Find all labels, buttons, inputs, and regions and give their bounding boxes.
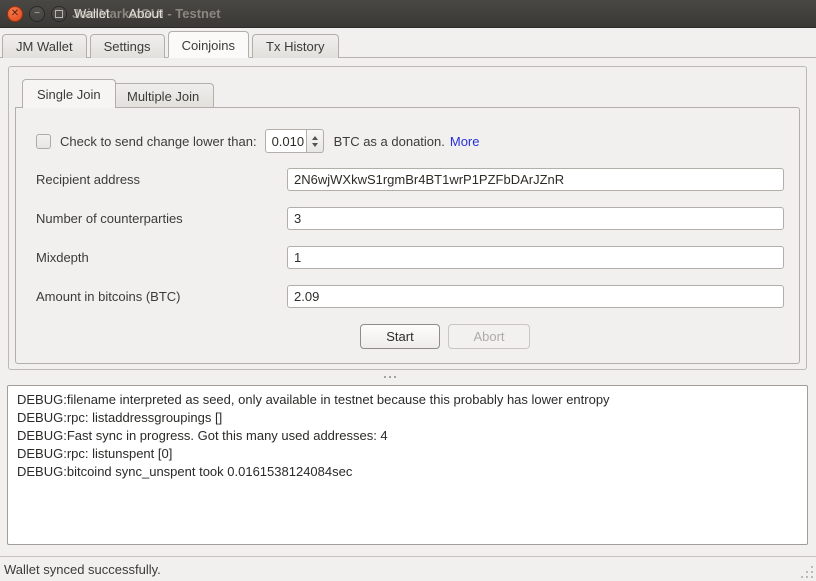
maximize-icon (55, 10, 63, 18)
tab-coinjoins[interactable]: Coinjoins (168, 31, 249, 58)
donation-amount-spinbox[interactable]: 0.010 (265, 129, 324, 153)
log-line: DEBUG:bitcoind sync_unspent took 0.01615… (17, 463, 798, 481)
resize-grip[interactable] (799, 564, 813, 578)
mixdepth-field[interactable] (287, 246, 784, 269)
donation-suffix-label: BTC as a donation. (334, 134, 445, 149)
donation-checkbox-label: Check to send change lower than: (60, 134, 257, 149)
spinbox-arrows[interactable] (307, 129, 324, 153)
menu-about[interactable]: About (129, 6, 163, 21)
tab-jm-wallet[interactable]: JM Wallet (2, 34, 87, 58)
maximize-button[interactable] (51, 6, 67, 22)
recipient-address-label: Recipient address (36, 168, 140, 191)
more-link[interactable]: More (450, 134, 480, 149)
app-window: ✕ − JoinMarketGUI - Testnet Wallet About… (0, 0, 816, 581)
amount-field[interactable] (287, 285, 784, 308)
counterparties-field[interactable] (287, 207, 784, 230)
tab-multiple-join-label: Multiple Join (127, 89, 199, 104)
log-line: DEBUG:rpc: listunspent [0] (17, 445, 798, 463)
menubar: Wallet About (74, 6, 179, 21)
close-button[interactable]: ✕ (7, 6, 23, 22)
minimize-button[interactable]: − (29, 6, 45, 22)
donation-checkbox[interactable] (36, 134, 51, 149)
title-stack: JoinMarketGUI - Testnet Wallet About (72, 0, 672, 28)
recipient-address-field[interactable] (287, 168, 784, 191)
debug-log[interactable]: DEBUG:filename interpreted as seed, only… (7, 385, 808, 545)
log-line: DEBUG:filename interpreted as seed, only… (17, 391, 798, 409)
mixdepth-label: Mixdepth (36, 246, 89, 269)
donation-row: Check to send change lower than: 0.010 B… (36, 129, 480, 153)
donation-amount-value[interactable]: 0.010 (265, 129, 307, 153)
tab-single-join[interactable]: Single Join (22, 79, 116, 108)
main-tabbar: JM Wallet Settings Coinjoins Tx History (0, 28, 816, 58)
tab-tx-history[interactable]: Tx History (252, 34, 339, 58)
tab-single-join-label: Single Join (37, 87, 101, 102)
log-line: DEBUG:rpc: listaddressgroupings [] (17, 409, 798, 427)
spin-up-icon[interactable] (312, 136, 318, 140)
log-line: DEBUG:Fast sync in progress. Got this ma… (17, 427, 798, 445)
tab-multiple-join[interactable]: Multiple Join (112, 83, 214, 108)
close-icon: ✕ (11, 6, 19, 22)
abort-button: Abort (448, 324, 530, 349)
titlebar: ✕ − JoinMarketGUI - Testnet Wallet About (0, 0, 816, 28)
amount-label: Amount in bitcoins (BTC) (36, 285, 181, 308)
tab-settings[interactable]: Settings (90, 34, 165, 58)
menu-wallet[interactable]: Wallet (74, 6, 110, 21)
start-button[interactable]: Start (360, 324, 440, 349)
spin-down-icon[interactable] (312, 143, 318, 147)
statusbar: Wallet synced successfully. (0, 556, 816, 581)
splitter-handle[interactable] (0, 371, 816, 384)
status-text: Wallet synced successfully. (4, 562, 161, 577)
splitter-grip-icon (384, 376, 386, 378)
minimize-icon: − (34, 6, 40, 22)
counterparties-label: Number of counterparties (36, 207, 183, 230)
